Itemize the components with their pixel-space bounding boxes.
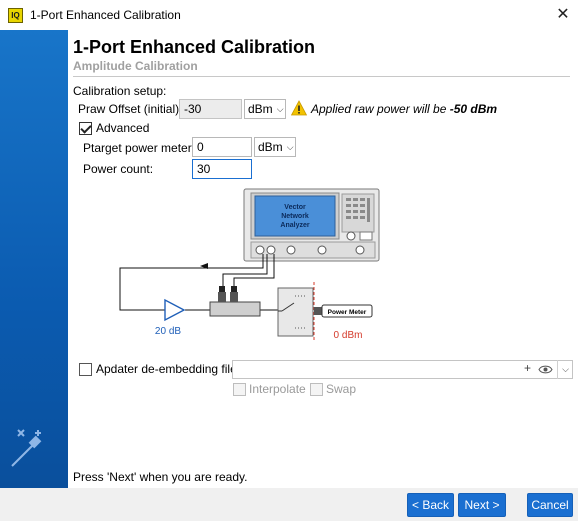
power-count-input[interactable]: 30 (192, 159, 252, 179)
header-divider (73, 76, 570, 77)
swap-label: Swap (326, 382, 357, 396)
warning-value: -50 dBm (449, 102, 498, 116)
amplifier (164, 298, 186, 322)
amplifier-gain: 20 dB (155, 326, 181, 337)
deembedding-file-field[interactable] (232, 360, 573, 379)
directional-coupler (209, 286, 261, 317)
power-meter-label: Power Meter (328, 309, 367, 316)
vna-label-line-1: Vector (284, 204, 306, 211)
switch-box (277, 287, 314, 337)
warning-prefix: Applied raw power will be (311, 102, 450, 116)
praw-offset-label: Praw Offset (initial): (78, 102, 183, 116)
eye-icon[interactable] (538, 363, 553, 376)
ptarget-input[interactable]: 0 (192, 137, 252, 157)
praw-unit-select[interactable]: dBm ⌵ (244, 99, 286, 119)
ptarget-value: 0 (197, 140, 204, 154)
title-bar: IQ 1-Port Enhanced Calibration ✕ (0, 0, 578, 30)
praw-offset-field: -30 (179, 99, 242, 119)
add-file-icon[interactable]: + (524, 361, 531, 375)
swap-checkbox[interactable] (310, 383, 323, 396)
power-count-label: Power count: (83, 162, 154, 176)
close-icon[interactable]: ✕ (554, 6, 572, 24)
vna-label-line-3: Analyzer (280, 222, 309, 229)
advanced-checkbox[interactable] (79, 122, 92, 135)
interpolate-checkbox[interactable] (233, 383, 246, 396)
vna-label-line-2: Network (281, 213, 309, 220)
chevron-down-icon: ⌵ (286, 141, 294, 152)
back-button[interactable]: < Back (407, 493, 454, 517)
wizard-side-panel (0, 30, 68, 488)
calibration-setup-diagram: Vector Network Analyzer 20 dB Power Mete… (119, 188, 380, 340)
power-meter-level: 0 dBm (334, 330, 363, 340)
chevron-down-icon[interactable]: ⌵ (557, 360, 573, 379)
chevron-down-icon: ⌵ (276, 103, 284, 114)
power-count-value: 30 (197, 162, 211, 176)
ptarget-unit-value: dBm (258, 140, 283, 154)
calibration-setup-label: Calibration setup: (73, 84, 167, 98)
vector-network-analyzer (243, 188, 380, 262)
page-title: 1-Port Enhanced Calibration (73, 37, 316, 57)
adapter-deembedding-label: Apdater de-embedding file: (96, 362, 241, 376)
cancel-button[interactable]: Cancel (527, 493, 573, 517)
magic-wand-icon (11, 429, 42, 467)
applied-power-warning: Applied raw power will be -50 dBm (311, 102, 497, 116)
ptarget-unit-select[interactable]: dBm ⌵ (254, 137, 296, 157)
interpolate-label: Interpolate (249, 382, 306, 396)
praw-unit-value: dBm (248, 102, 273, 116)
adapter-deembedding-checkbox[interactable] (79, 363, 92, 376)
ptarget-label: Ptarget power meter: (83, 141, 196, 155)
next-button[interactable]: Next > (458, 493, 506, 517)
window-title: 1-Port Enhanced Calibration (30, 8, 181, 22)
warning-icon (291, 100, 307, 116)
footer-hint: Press 'Next' when you are ready. (73, 470, 248, 484)
app-logo-icon: IQ (8, 8, 23, 23)
advanced-label: Advanced (96, 121, 150, 135)
praw-offset-value: -30 (184, 102, 202, 116)
page-subtitle: Amplitude Calibration (73, 59, 198, 73)
